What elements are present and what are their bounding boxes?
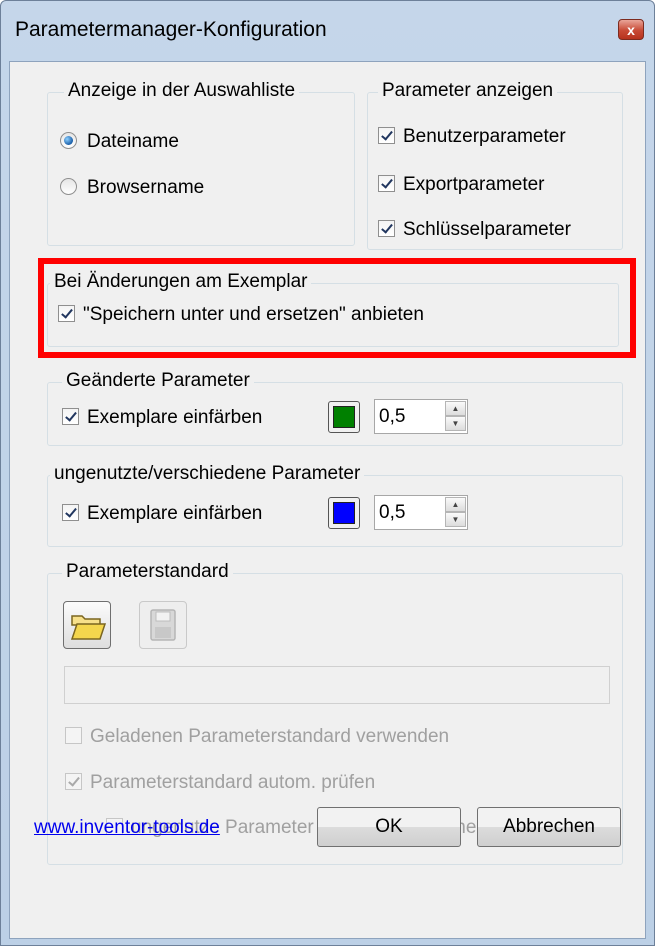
- checkbox-color-changed[interactable]: Exemplare einfärben: [62, 407, 262, 429]
- checkbox[interactable]: [65, 773, 82, 790]
- standard-path-field: [64, 666, 610, 704]
- save-disk-icon: [150, 609, 176, 641]
- checkbox-label: Benutzerparameter: [403, 126, 566, 147]
- checkbox[interactable]: [378, 220, 395, 237]
- title-bar[interactable]: Parametermanager-Konfiguration x: [1, 1, 654, 61]
- radio-browsername[interactable]: Browsername: [60, 177, 204, 199]
- checkbox[interactable]: [65, 727, 82, 744]
- checkbox[interactable]: [378, 127, 395, 144]
- color-swatch-green: [333, 406, 355, 428]
- changed-params-group: Geänderte Parameter Exemplare einfärben …: [47, 370, 623, 446]
- spin-up-icon[interactable]: ▲: [445, 497, 466, 512]
- close-button[interactable]: x: [618, 19, 644, 40]
- open-standard-button[interactable]: [63, 601, 111, 649]
- unused-params-legend: ungenutzte/verschiedene Parameter: [50, 463, 365, 485]
- window-title: Parametermanager-Konfiguration: [15, 18, 327, 41]
- spinner-value[interactable]: 0,5: [379, 406, 405, 428]
- checkbox-label: Geladenen Parameterstandard verwenden: [90, 726, 450, 747]
- folder-open-icon: [70, 615, 107, 640]
- unused-params-group: ungenutzte/verschiedene Parameter Exempl…: [47, 463, 623, 547]
- cancel-button[interactable]: Abbrechen: [477, 807, 621, 847]
- checkbox-auto-check[interactable]: Parameterstandard autom. prüfen: [65, 772, 375, 794]
- radio-label-dateiname: Dateiname: [87, 131, 179, 152]
- show-params-group: Parameter anzeigen Benutzerparameter Exp…: [367, 80, 623, 250]
- checkbox-label: Schlüsselparameter: [403, 219, 571, 240]
- checkbox[interactable]: [62, 504, 79, 521]
- show-params-legend: Parameter anzeigen: [378, 80, 558, 102]
- spin-down-icon[interactable]: ▼: [445, 416, 466, 431]
- website-link[interactable]: www.inventor-tools.de: [34, 817, 220, 839]
- checkbox-exportparameter[interactable]: Exportparameter: [378, 174, 545, 196]
- checkbox-label: Exportparameter: [403, 174, 545, 195]
- spinner-value[interactable]: 0,5: [379, 502, 405, 524]
- save-standard-button[interactable]: [139, 601, 187, 649]
- radio-label-browsername: Browsername: [87, 177, 205, 198]
- dialog-window: Parametermanager-Konfiguration x Anzeige…: [0, 0, 655, 946]
- spin-down-icon[interactable]: ▼: [445, 512, 466, 527]
- radio-button[interactable]: [60, 178, 77, 195]
- checkbox-label: Exemplare einfärben: [87, 407, 263, 428]
- red-highlight-frame: [38, 258, 636, 358]
- standard-group-legend: Parameterstandard: [62, 561, 233, 583]
- color-swatch-button[interactable]: [328, 497, 360, 529]
- color-swatch-button[interactable]: [328, 401, 360, 433]
- checkbox-label: Parameterstandard autom. prüfen: [90, 772, 376, 793]
- checkbox-label: Exemplare einfärben: [87, 503, 263, 524]
- ok-button[interactable]: OK: [317, 807, 461, 847]
- checkbox[interactable]: [378, 175, 395, 192]
- intensity-spinner[interactable]: 0,5 ▲ ▼: [374, 399, 468, 434]
- intensity-spinner[interactable]: 0,5 ▲ ▼: [374, 495, 468, 530]
- checkbox-use-loaded-standard[interactable]: Geladenen Parameterstandard verwenden: [65, 726, 449, 748]
- checkbox[interactable]: [62, 408, 79, 425]
- display-group-legend: Anzeige in der Auswahliste: [64, 80, 300, 102]
- checkbox-benutzerparameter[interactable]: Benutzerparameter: [378, 126, 566, 148]
- checkbox-schluesselparameter[interactable]: Schlüsselparameter: [378, 219, 571, 241]
- color-swatch-blue: [333, 502, 355, 524]
- checkbox-color-unused[interactable]: Exemplare einfärben: [62, 503, 262, 525]
- changed-params-legend: Geänderte Parameter: [62, 370, 254, 392]
- spin-up-icon[interactable]: ▲: [445, 401, 466, 416]
- display-group: Anzeige in der Auswahliste Dateiname Bro…: [47, 80, 355, 246]
- radio-dateiname[interactable]: Dateiname: [60, 131, 179, 153]
- radio-button-selected[interactable]: [60, 132, 77, 149]
- close-icon: x: [627, 22, 635, 38]
